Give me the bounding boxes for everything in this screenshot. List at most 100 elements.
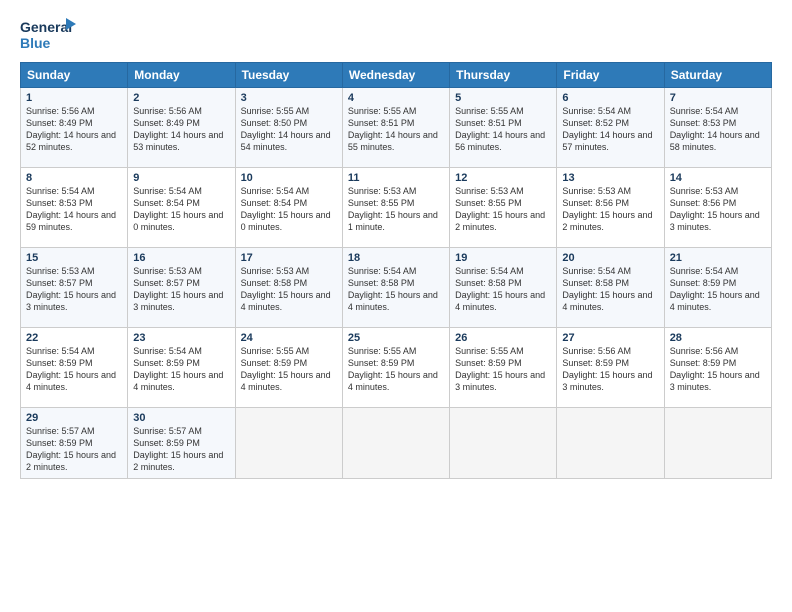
calendar-cell: 23Sunrise: 5:54 AMSunset: 8:59 PMDayligh… xyxy=(128,328,235,408)
day-number: 1 xyxy=(26,92,122,104)
calendar-cell: 12Sunrise: 5:53 AMSunset: 8:55 PMDayligh… xyxy=(450,168,557,248)
calendar-cell: 16Sunrise: 5:53 AMSunset: 8:57 PMDayligh… xyxy=(128,248,235,328)
svg-text:Blue: Blue xyxy=(20,35,51,51)
calendar-cell: 24Sunrise: 5:55 AMSunset: 8:59 PMDayligh… xyxy=(235,328,342,408)
calendar-cell: 28Sunrise: 5:56 AMSunset: 8:59 PMDayligh… xyxy=(664,328,771,408)
day-info: Sunrise: 5:56 AMSunset: 8:49 PMDaylight:… xyxy=(26,105,122,154)
calendar-cell: 4Sunrise: 5:55 AMSunset: 8:51 PMDaylight… xyxy=(342,88,449,168)
day-number: 24 xyxy=(241,332,337,344)
day-number: 7 xyxy=(670,92,766,104)
day-number: 17 xyxy=(241,252,337,264)
calendar-cell: 3Sunrise: 5:55 AMSunset: 8:50 PMDaylight… xyxy=(235,88,342,168)
logo-svg: GeneralBlue xyxy=(20,16,76,52)
day-number: 5 xyxy=(455,92,551,104)
weekday-header-row: SundayMondayTuesdayWednesdayThursdayFrid… xyxy=(21,63,772,88)
day-info: Sunrise: 5:53 AMSunset: 8:55 PMDaylight:… xyxy=(455,185,551,234)
day-info: Sunrise: 5:54 AMSunset: 8:53 PMDaylight:… xyxy=(26,185,122,234)
day-number: 6 xyxy=(562,92,658,104)
day-info: Sunrise: 5:55 AMSunset: 8:59 PMDaylight:… xyxy=(348,345,444,394)
day-info: Sunrise: 5:54 AMSunset: 8:58 PMDaylight:… xyxy=(562,265,658,314)
weekday-header-sunday: Sunday xyxy=(21,63,128,88)
day-number: 26 xyxy=(455,332,551,344)
day-info: Sunrise: 5:54 AMSunset: 8:58 PMDaylight:… xyxy=(455,265,551,314)
weekday-header-tuesday: Tuesday xyxy=(235,63,342,88)
calendar-cell xyxy=(450,408,557,479)
logo: GeneralBlue xyxy=(20,16,76,52)
day-info: Sunrise: 5:55 AMSunset: 8:50 PMDaylight:… xyxy=(241,105,337,154)
calendar-cell xyxy=(557,408,664,479)
day-info: Sunrise: 5:54 AMSunset: 8:59 PMDaylight:… xyxy=(26,345,122,394)
day-number: 18 xyxy=(348,252,444,264)
calendar-cell: 2Sunrise: 5:56 AMSunset: 8:49 PMDaylight… xyxy=(128,88,235,168)
calendar-table: SundayMondayTuesdayWednesdayThursdayFrid… xyxy=(20,62,772,479)
calendar-cell: 7Sunrise: 5:54 AMSunset: 8:53 PMDaylight… xyxy=(664,88,771,168)
day-number: 11 xyxy=(348,172,444,184)
day-info: Sunrise: 5:54 AMSunset: 8:59 PMDaylight:… xyxy=(133,345,229,394)
day-number: 30 xyxy=(133,412,229,424)
calendar-cell: 18Sunrise: 5:54 AMSunset: 8:58 PMDayligh… xyxy=(342,248,449,328)
calendar-cell: 10Sunrise: 5:54 AMSunset: 8:54 PMDayligh… xyxy=(235,168,342,248)
week-row-2: 8Sunrise: 5:54 AMSunset: 8:53 PMDaylight… xyxy=(21,168,772,248)
calendar-page: GeneralBlue SundayMondayTuesdayWednesday… xyxy=(0,0,792,612)
calendar-cell: 6Sunrise: 5:54 AMSunset: 8:52 PMDaylight… xyxy=(557,88,664,168)
day-info: Sunrise: 5:55 AMSunset: 8:51 PMDaylight:… xyxy=(455,105,551,154)
week-row-4: 22Sunrise: 5:54 AMSunset: 8:59 PMDayligh… xyxy=(21,328,772,408)
day-info: Sunrise: 5:53 AMSunset: 8:56 PMDaylight:… xyxy=(670,185,766,234)
header: GeneralBlue xyxy=(20,16,772,52)
calendar-cell: 1Sunrise: 5:56 AMSunset: 8:49 PMDaylight… xyxy=(21,88,128,168)
weekday-header-monday: Monday xyxy=(128,63,235,88)
weekday-header-wednesday: Wednesday xyxy=(342,63,449,88)
day-number: 19 xyxy=(455,252,551,264)
day-number: 9 xyxy=(133,172,229,184)
calendar-cell: 25Sunrise: 5:55 AMSunset: 8:59 PMDayligh… xyxy=(342,328,449,408)
calendar-cell: 20Sunrise: 5:54 AMSunset: 8:58 PMDayligh… xyxy=(557,248,664,328)
day-number: 23 xyxy=(133,332,229,344)
day-number: 2 xyxy=(133,92,229,104)
day-info: Sunrise: 5:56 AMSunset: 8:49 PMDaylight:… xyxy=(133,105,229,154)
calendar-cell xyxy=(235,408,342,479)
week-row-3: 15Sunrise: 5:53 AMSunset: 8:57 PMDayligh… xyxy=(21,248,772,328)
calendar-cell: 19Sunrise: 5:54 AMSunset: 8:58 PMDayligh… xyxy=(450,248,557,328)
calendar-cell: 9Sunrise: 5:54 AMSunset: 8:54 PMDaylight… xyxy=(128,168,235,248)
day-info: Sunrise: 5:55 AMSunset: 8:51 PMDaylight:… xyxy=(348,105,444,154)
day-info: Sunrise: 5:54 AMSunset: 8:54 PMDaylight:… xyxy=(133,185,229,234)
day-info: Sunrise: 5:55 AMSunset: 8:59 PMDaylight:… xyxy=(241,345,337,394)
day-info: Sunrise: 5:53 AMSunset: 8:57 PMDaylight:… xyxy=(133,265,229,314)
day-number: 28 xyxy=(670,332,766,344)
week-row-1: 1Sunrise: 5:56 AMSunset: 8:49 PMDaylight… xyxy=(21,88,772,168)
calendar-cell: 21Sunrise: 5:54 AMSunset: 8:59 PMDayligh… xyxy=(664,248,771,328)
weekday-header-friday: Friday xyxy=(557,63,664,88)
day-number: 29 xyxy=(26,412,122,424)
day-number: 16 xyxy=(133,252,229,264)
day-number: 27 xyxy=(562,332,658,344)
day-info: Sunrise: 5:56 AMSunset: 8:59 PMDaylight:… xyxy=(670,345,766,394)
day-info: Sunrise: 5:57 AMSunset: 8:59 PMDaylight:… xyxy=(133,425,229,474)
calendar-cell xyxy=(664,408,771,479)
calendar-cell: 30Sunrise: 5:57 AMSunset: 8:59 PMDayligh… xyxy=(128,408,235,479)
day-number: 20 xyxy=(562,252,658,264)
calendar-cell: 27Sunrise: 5:56 AMSunset: 8:59 PMDayligh… xyxy=(557,328,664,408)
day-number: 25 xyxy=(348,332,444,344)
day-info: Sunrise: 5:54 AMSunset: 8:59 PMDaylight:… xyxy=(670,265,766,314)
day-number: 3 xyxy=(241,92,337,104)
calendar-cell: 8Sunrise: 5:54 AMSunset: 8:53 PMDaylight… xyxy=(21,168,128,248)
week-row-5: 29Sunrise: 5:57 AMSunset: 8:59 PMDayligh… xyxy=(21,408,772,479)
calendar-cell: 15Sunrise: 5:53 AMSunset: 8:57 PMDayligh… xyxy=(21,248,128,328)
day-info: Sunrise: 5:54 AMSunset: 8:54 PMDaylight:… xyxy=(241,185,337,234)
day-number: 10 xyxy=(241,172,337,184)
weekday-header-thursday: Thursday xyxy=(450,63,557,88)
day-info: Sunrise: 5:57 AMSunset: 8:59 PMDaylight:… xyxy=(26,425,122,474)
day-number: 13 xyxy=(562,172,658,184)
day-number: 8 xyxy=(26,172,122,184)
day-info: Sunrise: 5:54 AMSunset: 8:53 PMDaylight:… xyxy=(670,105,766,154)
day-number: 4 xyxy=(348,92,444,104)
day-info: Sunrise: 5:53 AMSunset: 8:58 PMDaylight:… xyxy=(241,265,337,314)
day-info: Sunrise: 5:54 AMSunset: 8:58 PMDaylight:… xyxy=(348,265,444,314)
weekday-header-saturday: Saturday xyxy=(664,63,771,88)
calendar-cell: 17Sunrise: 5:53 AMSunset: 8:58 PMDayligh… xyxy=(235,248,342,328)
day-info: Sunrise: 5:53 AMSunset: 8:56 PMDaylight:… xyxy=(562,185,658,234)
day-info: Sunrise: 5:53 AMSunset: 8:55 PMDaylight:… xyxy=(348,185,444,234)
day-number: 12 xyxy=(455,172,551,184)
day-info: Sunrise: 5:53 AMSunset: 8:57 PMDaylight:… xyxy=(26,265,122,314)
day-number: 22 xyxy=(26,332,122,344)
